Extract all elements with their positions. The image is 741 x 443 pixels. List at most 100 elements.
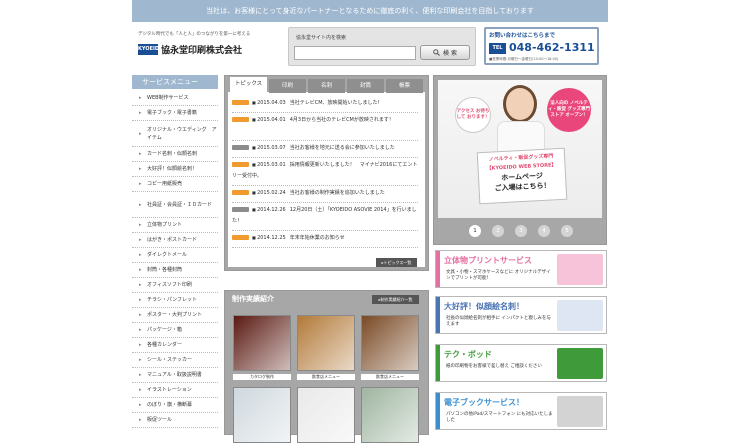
news-category-badge [232, 117, 249, 122]
sidebar-item[interactable]: WEB制作サービス [132, 91, 218, 106]
tab-3[interactable]: 名刺 [308, 79, 345, 93]
news-item[interactable]: ■ 2015.02.24 当社お客様の制作実績を追加いたしました [232, 187, 418, 203]
sidebar-item[interactable]: 封筒・各種封筒 [132, 263, 218, 278]
hero-model-head [503, 85, 537, 123]
news-category-badge [232, 235, 249, 240]
logo-mark[interactable]: KYOEIDO [138, 44, 163, 55]
work-thumbnail[interactable] [297, 315, 355, 371]
tel-number[interactable]: 048-462-1311 [509, 41, 595, 54]
sidebar-item[interactable]: 立体物プリント [132, 218, 218, 233]
news-text[interactable]: 年末年始休業のお知らせ [290, 235, 345, 241]
banner-title: 立体物プリントサービス [444, 256, 532, 265]
sidebar-item[interactable]: チラシ・パンフレット [132, 293, 218, 308]
news-date: 2014.12.25 [257, 235, 286, 241]
sidebar-item[interactable]: マニュアル・取扱説明書 [132, 368, 218, 383]
sidebar-item[interactable]: ポスター・大判プリント [132, 308, 218, 323]
work-thumbnail[interactable] [233, 315, 291, 371]
news-date: 2015.04.03 [257, 100, 286, 106]
news-item[interactable]: ■ 2015.03.07 当社お客様を地元に送る会に参加いたしました [232, 142, 418, 158]
topics-more-button[interactable]: ▸トピックス一覧 [376, 258, 417, 267]
hero-sign[interactable]: ノベルティ・販促グッズ専門 【KYOEIDO WEB STORE】 ホームページ… [476, 147, 568, 205]
banner-title: テク・ボッド [444, 350, 492, 359]
banner-illustration [557, 254, 603, 285]
sidebar-item[interactable]: コピー用紙販売 [132, 177, 218, 192]
top-banner: 当社は、お客様にとって身近なパートナーとなるために徹底の利く、便利な印刷会社を目… [132, 0, 608, 22]
search-button-label: 検 索 [443, 50, 457, 57]
works-more-button[interactable]: ▸制作実績紹介一覧 [372, 295, 419, 304]
news-text[interactable]: 4月3日から当社のテレビCMが放映されます！ [290, 117, 394, 123]
news-category-badge [232, 207, 249, 212]
news-item[interactable]: ■ 2015.04.03 当社テレビCM、放映開始いたしました！ [232, 97, 418, 113]
banner-illustration [557, 300, 603, 331]
work-caption[interactable]: 飲食店メニュー [361, 374, 419, 380]
sidebar-item[interactable]: 大好評！似顔絵名刺！ [132, 162, 218, 177]
news-category-badge [232, 100, 249, 105]
news-item[interactable]: ■ 2015.04.01 4月3日から当社のテレビCMが放映されます！ [232, 114, 418, 141]
search-input[interactable] [294, 46, 416, 60]
sidebar-item[interactable]: ダイレクトメール [132, 248, 218, 263]
work-caption[interactable]: 飲食店メニュー [297, 374, 355, 380]
tab-1[interactable]: トピックス [230, 77, 267, 93]
news-item[interactable]: ■ 2014.12.26 12月20日（土）「KYOEIDO ASOVIE 201… [232, 204, 418, 231]
sidebar-item[interactable]: オフィスソフト印刷 [132, 278, 218, 293]
tel-hours: ■営業時間:月曜日～金曜日(10:00～18:00) [489, 57, 559, 61]
sidebar-item[interactable]: イラストレーション [132, 383, 218, 398]
tagline: デジタル時代でも「人と人」のつながりを第一に考える [138, 32, 251, 37]
service-menu-heading: サービスメニュー [132, 75, 218, 89]
sidebar-item[interactable]: シール・ステッカー [132, 353, 218, 368]
service-banner[interactable]: 大好評！似顔絵名刺！ 社長の似顔絵名刺が相手に インパクトと親しみを与えます [435, 296, 607, 334]
pager-dot[interactable]: 5 [561, 225, 573, 237]
news-date: 2015.03.01 [257, 162, 286, 168]
company-logo[interactable]: 協永堂印刷株式会社 [161, 43, 242, 56]
work-caption[interactable]: カタログ制作 [233, 374, 291, 380]
banner-description: 社長の似顔絵名刺が相手に インパクトと親しみを与えます [446, 316, 551, 327]
tab-4[interactable]: 封筒 [347, 79, 384, 93]
service-banner[interactable]: 立体物プリントサービス文具・小物・スマホケースなどに オリジナルデザインでプリン… [435, 250, 607, 288]
news-item[interactable]: ■ 2014.12.25 年末年始休業のお知らせ [232, 232, 418, 248]
search-icon [433, 49, 440, 56]
banner-description: 文具・小物・スマホケースなどに オリジナルデザインでプリントが可能！ [446, 270, 551, 281]
sidebar-item[interactable]: 電子ブック・電子書籍 [132, 106, 218, 121]
banner-title: 大好評！似顔絵名刺！ [444, 302, 524, 311]
tab-2[interactable]: 印刷 [269, 79, 306, 93]
pager-dot[interactable]: 1 [469, 225, 481, 237]
banner-description: 紙の印刷物をお客様で差し替え ご相談ください [446, 364, 542, 369]
news-text[interactable]: 当社お客様を地元に送る会に参加いたしました [290, 145, 395, 151]
pager-dot[interactable]: 4 [538, 225, 550, 237]
service-banner[interactable]: テク・ボッド紙の印刷物をお客様で差し替え ご相談ください [435, 344, 607, 382]
sidebar-item[interactable]: はがき・ポストカード [132, 233, 218, 248]
banner-description: パソコンの他iPad/スマートフォン にも対応いたしました [446, 412, 553, 423]
banner-title: 電子ブックサービス！ [444, 398, 524, 407]
tab-5[interactable]: 帳票 [386, 79, 423, 93]
news-text[interactable]: 当社お客様の制作実績を追加いたしました [290, 190, 385, 196]
pager-dot[interactable]: 2 [492, 225, 504, 237]
news-category-badge [232, 190, 249, 195]
news-date: 2015.04.01 [257, 117, 286, 123]
pager-dot[interactable]: 3 [515, 225, 527, 237]
news-text[interactable]: 当社テレビCM、放映開始いたしました！ [290, 100, 383, 106]
sidebar-item[interactable]: 社員証・会員証・ＩＤカード [132, 192, 218, 218]
sidebar-item[interactable]: オリジナル・ウエディング アイテム [132, 121, 218, 147]
search-button[interactable]: 検 索 [420, 45, 470, 60]
sidebar-item[interactable]: パッケージ・箱 [132, 323, 218, 338]
works-title: 制作実績紹介 [232, 295, 274, 303]
contact-label: お問い合わせはこちらまで [489, 33, 556, 39]
news-date: 2015.02.24 [257, 190, 286, 196]
news-category-badge [232, 145, 249, 150]
sidebar-item[interactable]: カード名刺・似顔名刺 [132, 147, 218, 162]
sidebar-item[interactable]: 各種カレンダー [132, 338, 218, 353]
news-item[interactable]: ■ 2015.03.01 採用情報更新いたしました！ マイナビ2016にてエントリ… [232, 159, 418, 186]
sidebar-item[interactable]: のぼり・旗・横断幕 [132, 398, 218, 413]
hero-bubble-left: アクセス お待ちして おります！ [455, 97, 491, 133]
sidebar-item[interactable]: 販促ツール [132, 413, 218, 428]
work-thumbnail[interactable] [361, 315, 419, 371]
news-date: 2014.12.26 [257, 207, 286, 213]
tel-badge: TEL [489, 43, 506, 54]
service-banner[interactable]: 電子ブックサービス！ パソコンの他iPad/スマートフォン にも対応いたしました [435, 392, 607, 430]
search-label: 協永堂サイト内を検索 [296, 35, 347, 41]
news-date: 2015.03.07 [257, 145, 286, 151]
banner-stripe [436, 251, 440, 287]
banner-stripe [436, 393, 440, 429]
banner-illustration [557, 348, 603, 379]
banner-stripe [436, 297, 440, 333]
